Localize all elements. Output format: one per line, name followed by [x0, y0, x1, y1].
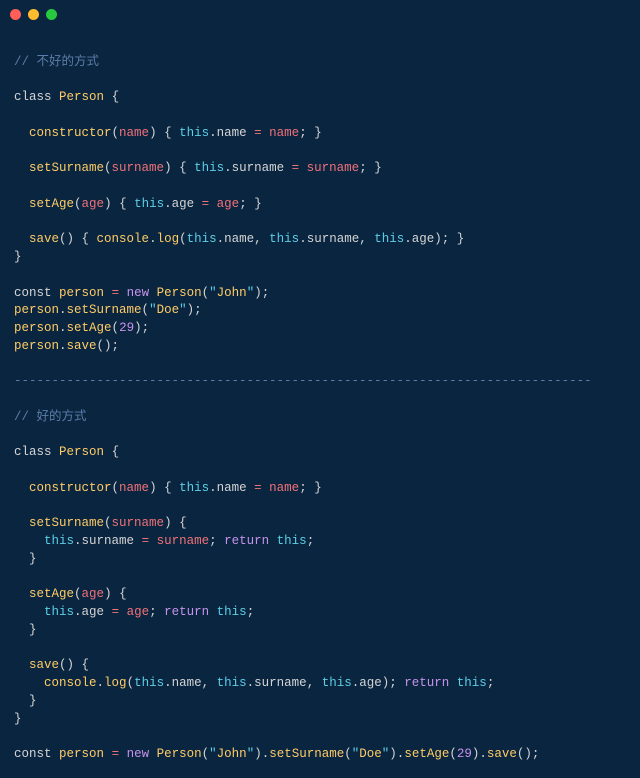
- code-block: // 不好的方式 class Person { constructor(name…: [0, 28, 640, 778]
- class-name: Person: [59, 90, 104, 104]
- keyword-this: this: [179, 126, 209, 140]
- param-name: name: [119, 126, 149, 140]
- comment-bad-line: // 不好的方式: [14, 55, 99, 69]
- window-titlebar: [0, 0, 640, 28]
- keyword-class: class: [14, 90, 52, 104]
- method-constructor: constructor: [29, 126, 112, 140]
- minimize-icon[interactable]: [28, 9, 39, 20]
- method-setage: setAge: [29, 197, 74, 211]
- keyword-const: const: [14, 286, 52, 300]
- separator-line: ----------------------------------------…: [14, 374, 592, 388]
- method-setsurname: setSurname: [29, 161, 104, 175]
- close-icon[interactable]: [10, 9, 21, 20]
- keyword-new: new: [127, 286, 150, 300]
- method-save: save: [29, 232, 59, 246]
- keyword-return: return: [224, 534, 269, 548]
- comment-good-line: // 好的方式: [14, 410, 87, 424]
- maximize-icon[interactable]: [46, 9, 57, 20]
